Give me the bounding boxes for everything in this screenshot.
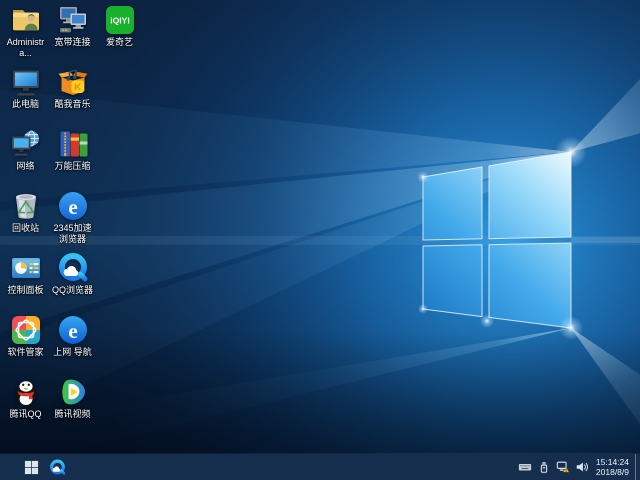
icon-label: 网络 (16, 161, 35, 171)
recycle-bin-icon (10, 190, 42, 222)
user-folder-icon (10, 4, 42, 36)
desktop-icon-browser-2345[interactable]: e 2345加速浏览器 (49, 190, 96, 244)
icon-label: 软件管家 (7, 347, 44, 357)
network-icon (10, 128, 42, 160)
svg-text:e: e (68, 319, 77, 343)
icon-label: 腾讯QQ (9, 409, 42, 419)
system-tray: 15:14:24 2018/8/9 (516, 454, 640, 480)
tray-network-warning-icon[interactable] (554, 454, 573, 480)
svg-text:e: e (68, 195, 77, 219)
kuwo-music-icon: K (57, 66, 89, 98)
taskbar-clock[interactable]: 15:14:24 2018/8/9 (596, 457, 629, 477)
software-manager-icon (10, 314, 42, 346)
desktop-icon-broadband[interactable]: 宽带连接 (49, 4, 96, 48)
icon-label: 酷我音乐 (54, 99, 91, 109)
desktop-icon-control-panel[interactable]: 控制面板 (2, 252, 49, 296)
this-pc-icon (10, 66, 42, 98)
desktop-icon-tencent-video[interactable]: 腾讯视频 (49, 376, 96, 420)
svg-text:iQIYI: iQIYI (110, 16, 130, 26)
broadband-icon (57, 4, 89, 36)
tray-usb-device-icon[interactable] (535, 454, 554, 480)
icon-label: 腾讯视频 (54, 409, 91, 419)
show-desktop-button[interactable] (635, 454, 640, 480)
icon-label: 2345加速浏览器 (53, 223, 92, 244)
icon-label: 万能压缩 (54, 161, 91, 171)
icon-label: 爱奇艺 (105, 37, 133, 47)
tray-icon-strip (516, 454, 592, 480)
icon-label: 此电脑 (11, 99, 39, 109)
control-panel-icon (10, 252, 42, 284)
desktop-icon-this-pc[interactable]: 此电脑 (2, 66, 49, 110)
desktop-icon-qq-browser[interactable]: QQ浏览器 (49, 252, 96, 296)
desktop-icon-area: Administra... 宽带连接 iQIYI 爱奇艺此电脑 K 酷我音乐网络 万能压缩回… (0, 0, 640, 454)
tencent-video-icon (57, 376, 89, 408)
icon-label: Administra... (6, 37, 45, 58)
desktop-icon-software-manager[interactable]: 软件管家 (2, 314, 49, 358)
start-button[interactable] (18, 454, 44, 480)
icon-label: 上网 导航 (53, 347, 92, 357)
tencent-qq-icon (10, 376, 42, 408)
svg-text:K: K (74, 82, 82, 93)
desktop-icon-wanneng-zip[interactable]: 万能压缩 (49, 128, 96, 172)
desktop-icon-kuwo-music[interactable]: K 酷我音乐 (49, 66, 96, 110)
clock-date: 2018/8/9 (595, 467, 629, 477)
desktop-icon-user-folder[interactable]: Administra... (2, 4, 49, 58)
icon-label: 回收站 (11, 223, 39, 233)
windows-logo-icon (24, 460, 38, 474)
desktop-icon-recycle-bin[interactable]: 回收站 (2, 190, 49, 234)
clock-time: 15:14:24 (595, 457, 629, 467)
qq-browser-icon (49, 459, 65, 475)
icon-label: 宽带连接 (54, 37, 91, 47)
taskbar-qq-browser-button[interactable] (44, 454, 70, 480)
icon-label: 控制面板 (7, 285, 44, 295)
wanneng-zip-icon (57, 128, 89, 160)
taskbar: 15:14:24 2018/8/9 (0, 454, 640, 480)
web-nav-icon: e (57, 314, 89, 346)
tray-touch-keyboard-icon[interactable] (516, 454, 535, 480)
desktop-icon-iqiyi[interactable]: iQIYI 爱奇艺 (96, 4, 143, 48)
browser-2345-icon: e (57, 190, 89, 222)
windows-desktop: Administra... 宽带连接 iQIYI 爱奇艺此电脑 K 酷我音乐网络 万能压缩回… (0, 0, 640, 480)
tray-volume-icon[interactable] (573, 454, 592, 480)
desktop-icon-network[interactable]: 网络 (2, 128, 49, 172)
iqiyi-icon: iQIYI (104, 4, 136, 36)
icon-label: QQ浏览器 (51, 285, 93, 295)
desktop-icon-web-nav[interactable]: e 上网 导航 (49, 314, 96, 358)
desktop-icon-tencent-qq[interactable]: 腾讯QQ (2, 376, 49, 420)
qq-browser-icon (57, 252, 89, 284)
